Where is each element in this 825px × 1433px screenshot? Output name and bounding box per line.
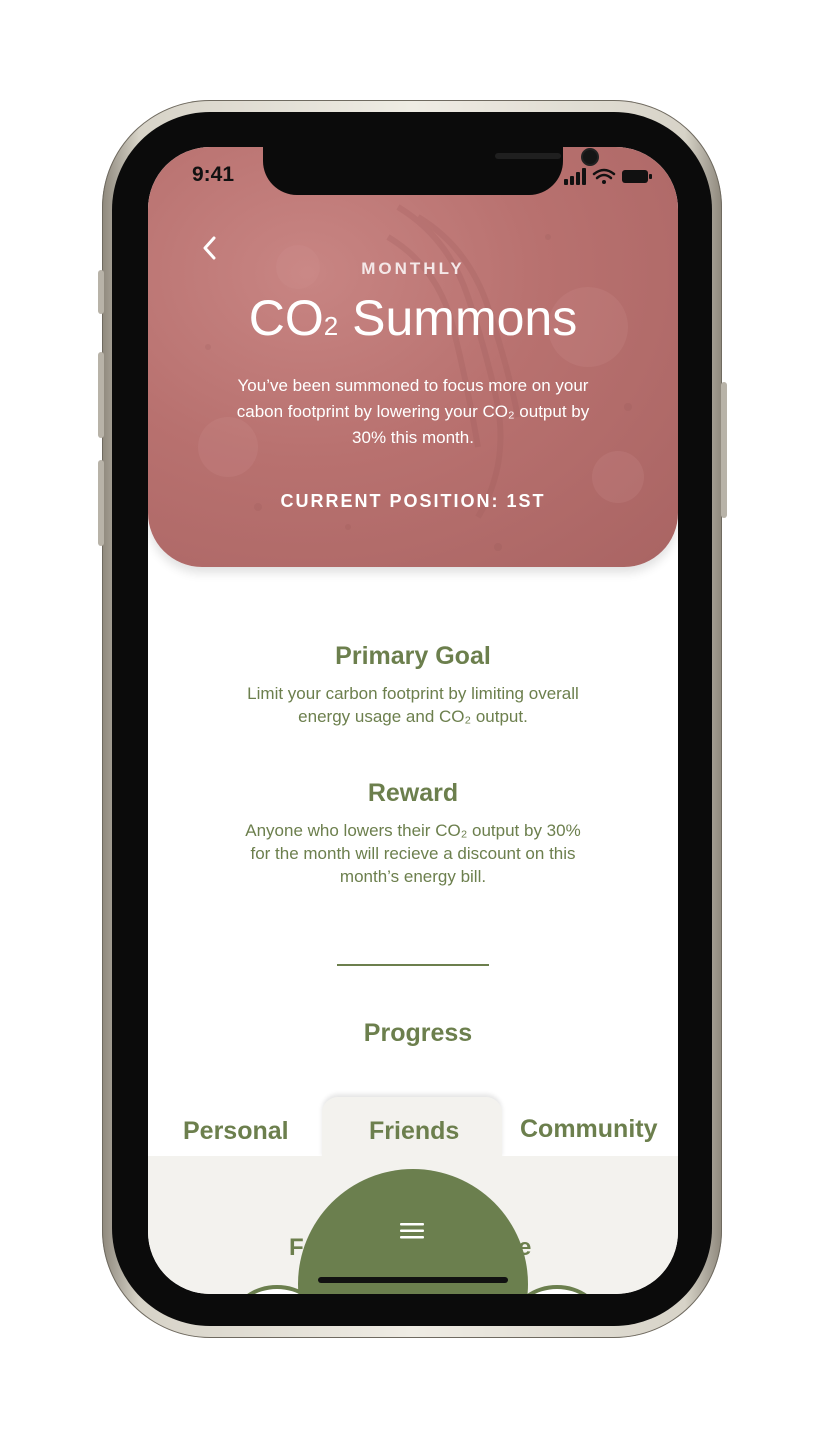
challenge-title-main: CO (248, 290, 324, 346)
tab-friends[interactable]: Friends (369, 1117, 459, 1146)
status-icons (564, 168, 652, 185)
battery-icon (622, 170, 652, 183)
cellular-signal-icon (564, 168, 586, 185)
hamburger-menu-icon[interactable] (400, 1222, 424, 1240)
reward-title: Reward (367, 779, 459, 807)
earpiece-speaker (495, 153, 561, 159)
phone-silent-switch (98, 270, 104, 314)
tab-community[interactable]: Community (520, 1115, 658, 1144)
challenge-title: CO2 Summons (148, 289, 678, 347)
challenge-frequency: MONTHLY (361, 259, 465, 278)
wifi-icon (592, 168, 616, 184)
phone-power-button (721, 382, 727, 518)
challenge-title-rest: Summons (338, 290, 578, 346)
challenge-description: You’ve been summoned to focus more on yo… (236, 376, 590, 447)
app-screen: 9:41 MONTHLY CO2 Summons You’ve been sum… (148, 147, 678, 1294)
device-notch (263, 147, 599, 195)
front-camera (581, 148, 599, 166)
status-time: 9:41 (192, 163, 235, 186)
primary-goal-title: Primary Goal (335, 642, 491, 670)
current-position: CURRENT POSITION: 1ST (280, 491, 546, 511)
section-divider (337, 964, 489, 966)
reward-body: Anyone who lowers their CO₂ output by 30… (245, 821, 581, 886)
challenge-title-subscript: 2 (323, 311, 339, 341)
progress-tabs: Personal Friends Community (148, 1097, 678, 1159)
home-indicator[interactable] (318, 1277, 508, 1283)
phone-volume-up (98, 352, 104, 438)
challenge-hero-card: 9:41 MONTHLY CO2 Summons You’ve been sum… (148, 147, 678, 567)
phone-volume-down (98, 460, 104, 546)
progress-title: Progress (363, 1019, 473, 1047)
tab-personal[interactable]: Personal (183, 1117, 289, 1146)
primary-goal-body: Limit your carbon footprint by limiting … (247, 684, 579, 726)
